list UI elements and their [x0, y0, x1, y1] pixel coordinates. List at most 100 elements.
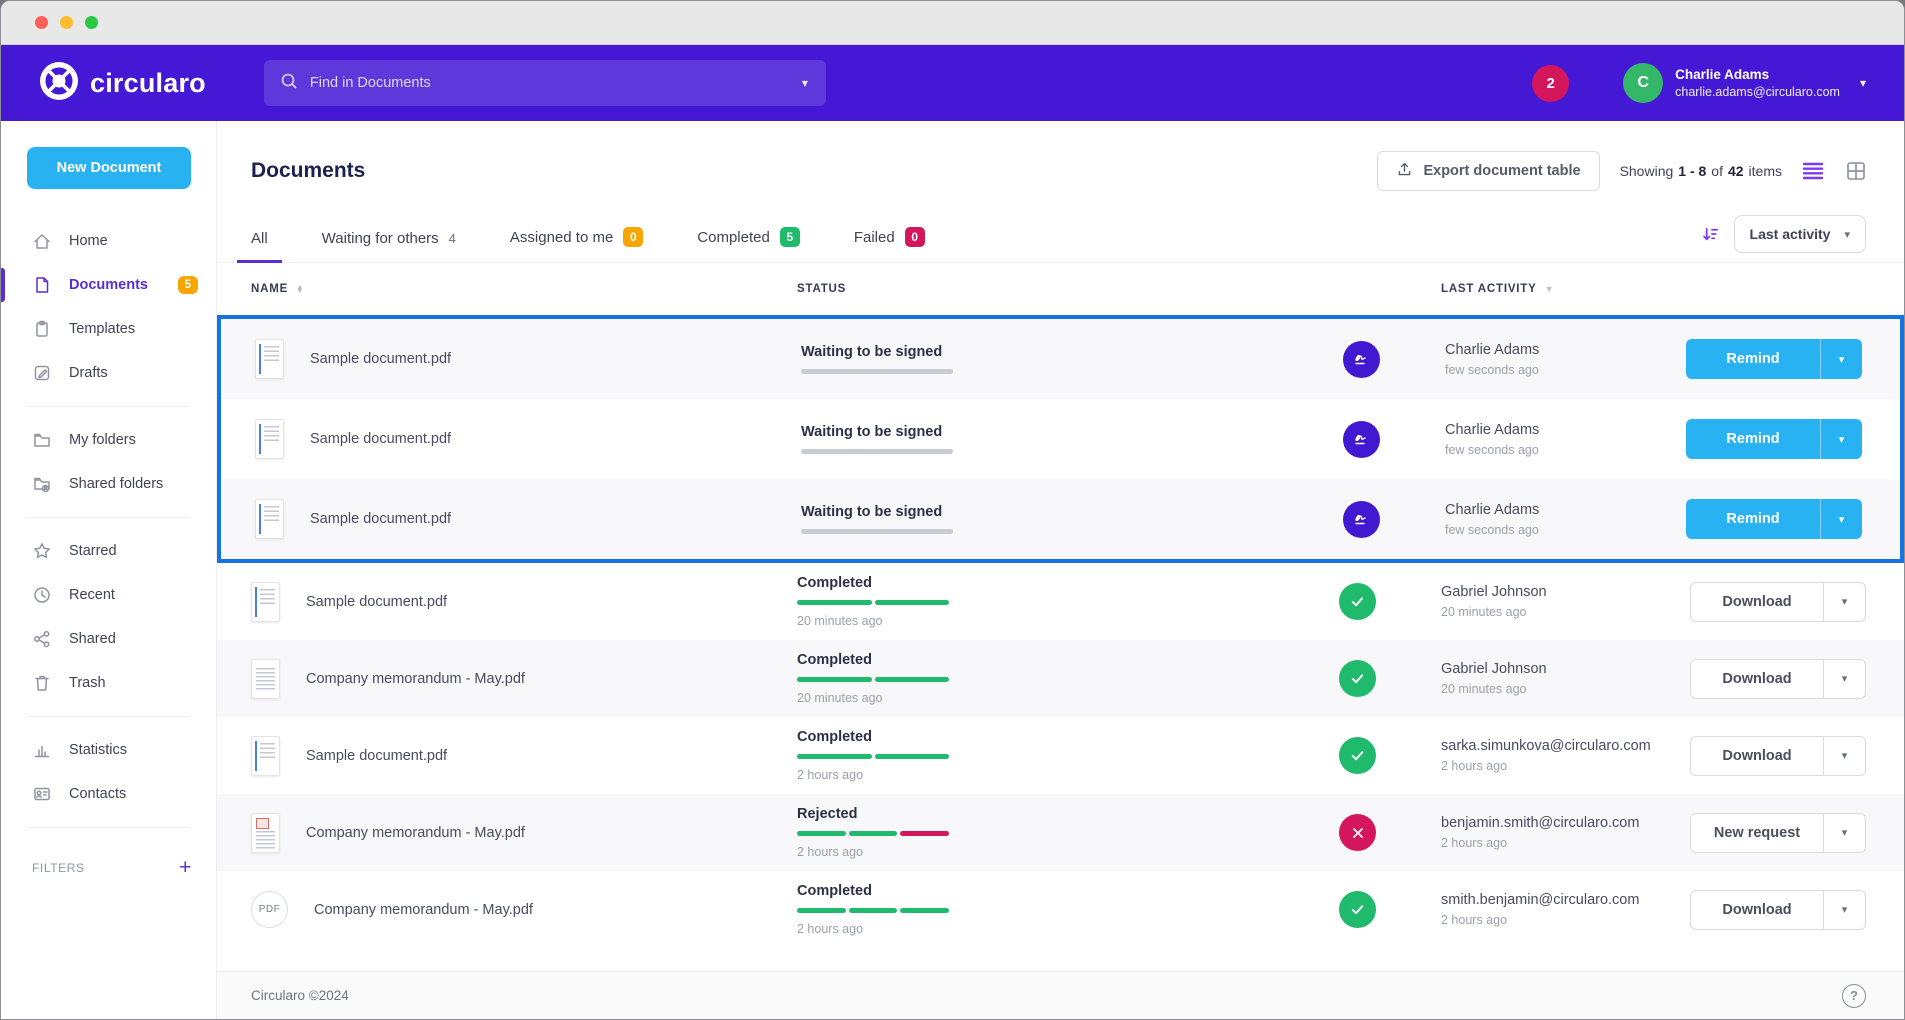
last-activity-cell: Charlie Adams few seconds ago — [1425, 422, 1686, 457]
row-action-dropdown[interactable]: ▾ — [1820, 419, 1862, 459]
sidebar-divider — [27, 517, 190, 518]
row-action-button[interactable]: Remind ▾ — [1686, 499, 1862, 539]
help-icon[interactable]: ? — [1842, 984, 1866, 1008]
status-label: Completed — [797, 729, 1331, 745]
table-row[interactable]: Sample document.pdf Completed 20 minutes… — [217, 563, 1904, 640]
table-row[interactable]: Sample document.pdf Waiting to be signed… — [221, 479, 1900, 559]
sort-by-dropdown[interactable]: Last activity ▾ — [1734, 215, 1866, 253]
sidebar-item-starred[interactable]: Starred — [1, 529, 216, 573]
row-action-dropdown[interactable]: ▾ — [1820, 339, 1862, 379]
column-header-last-activity[interactable]: LAST ACTIVITY ▼ — [1441, 283, 1690, 295]
tab-waiting-for-others[interactable]: Waiting for others 4 — [322, 230, 456, 262]
sort-arrows-icon: ▲▼ — [296, 285, 304, 293]
row-action-label[interactable]: Download — [1691, 737, 1823, 775]
sidebar-item-templates[interactable]: Templates — [1, 307, 216, 351]
table-row[interactable]: Sample document.pdf Waiting to be signed… — [221, 399, 1900, 479]
notification-badge[interactable]: 2 — [1532, 65, 1569, 102]
progress-bar — [797, 600, 949, 605]
document-tabs: All Waiting for others 4 Assigned to me … — [217, 191, 1904, 263]
document-name: Company memorandum - May.pdf — [314, 902, 533, 918]
row-action-button[interactable]: Download ▾ — [1690, 659, 1866, 699]
row-action-label[interactable]: New request — [1691, 814, 1823, 852]
global-search-bar[interactable]: ▾ — [264, 60, 826, 106]
status-cell: Completed 2 hours ago — [797, 729, 1331, 782]
document-name: Sample document.pdf — [306, 594, 447, 610]
sidebar-item-trash[interactable]: Trash — [1, 661, 216, 705]
sidebar-item-documents[interactable]: Documents 5 — [1, 263, 216, 307]
search-scope-dropdown-icon[interactable]: ▾ — [800, 72, 810, 94]
row-action-button[interactable]: Download ▾ — [1690, 582, 1866, 622]
check-status-icon — [1339, 891, 1376, 928]
tab-all[interactable]: All — [251, 230, 268, 262]
sidebar-item-statistics[interactable]: Statistics — [1, 728, 216, 772]
circularo-logo-icon — [39, 61, 79, 106]
add-filter-button[interactable]: + — [179, 857, 192, 878]
sidebar-item-home[interactable]: Home — [1, 219, 216, 263]
row-action-dropdown[interactable]: ▾ — [1823, 583, 1865, 621]
sidebar-divider — [27, 716, 190, 717]
row-action-label[interactable]: Remind — [1686, 339, 1820, 379]
bar-chart-icon — [32, 740, 52, 760]
table-row[interactable]: Company memorandum - May.pdf Rejected 2 … — [217, 794, 1904, 871]
user-menu[interactable]: C Charlie Adams charlie.adams@circularo.… — [1623, 63, 1866, 103]
tab-failed[interactable]: Failed 0 — [854, 227, 925, 262]
row-action-dropdown[interactable]: ▾ — [1823, 891, 1865, 929]
new-document-button[interactable]: New Document — [27, 147, 191, 189]
row-action-dropdown[interactable]: ▾ — [1820, 499, 1862, 539]
status-cell: Waiting to be signed — [801, 424, 1335, 454]
row-action-button[interactable]: Download ▾ — [1690, 736, 1866, 776]
status-time: 2 hours ago — [797, 845, 1331, 859]
column-header-name[interactable]: NAME ▲▼ — [251, 283, 304, 295]
status-label: Rejected — [797, 806, 1331, 822]
row-action-dropdown[interactable]: ▾ — [1823, 737, 1865, 775]
row-action-label[interactable]: Download — [1691, 583, 1823, 621]
user-email: charlie.adams@circularo.com — [1675, 84, 1840, 100]
tab-label: Completed — [697, 229, 770, 246]
row-action-label[interactable]: Download — [1691, 660, 1823, 698]
row-action-label[interactable]: Remind — [1686, 499, 1820, 539]
table-row[interactable]: Sample document.pdf Waiting to be signed… — [221, 319, 1900, 399]
close-window-button[interactable] — [35, 16, 48, 29]
row-action-label[interactable]: Remind — [1686, 419, 1820, 459]
document-name: Sample document.pdf — [306, 748, 447, 764]
row-action-button[interactable]: Remind ▾ — [1686, 419, 1862, 459]
grid-view-icon[interactable] — [1846, 161, 1866, 181]
sort-direction-icon[interactable] — [1701, 225, 1720, 244]
filters-section: FILTERS + — [1, 839, 216, 878]
last-activity-user: smith.benjamin@circularo.com — [1441, 892, 1690, 908]
sidebar-item-contacts[interactable]: Contacts — [1, 772, 216, 816]
last-activity-time: 2 hours ago — [1441, 913, 1690, 927]
status-time: 2 hours ago — [797, 922, 1331, 936]
row-action-dropdown[interactable]: ▾ — [1823, 814, 1865, 852]
document-thumbnail-icon — [251, 813, 280, 853]
search-input[interactable] — [310, 75, 800, 91]
table-row[interactable]: Sample document.pdf Completed 2 hours ag… — [217, 717, 1904, 794]
document-name: Sample document.pdf — [310, 511, 451, 527]
row-action-label[interactable]: Download — [1691, 891, 1823, 929]
row-action-button[interactable]: Remind ▾ — [1686, 339, 1862, 379]
brand-logo[interactable]: circularo — [39, 61, 206, 106]
row-action-button[interactable]: New request ▾ — [1690, 813, 1866, 853]
row-action-dropdown[interactable]: ▾ — [1823, 660, 1865, 698]
status-label: Completed — [797, 652, 1331, 668]
minimize-window-button[interactable] — [60, 16, 73, 29]
sidebar-item-shared[interactable]: Shared — [1, 617, 216, 661]
zoom-window-button[interactable] — [85, 16, 98, 29]
tab-assigned-to-me[interactable]: Assigned to me 0 — [510, 227, 643, 262]
sidebar-item-my-folders[interactable]: My folders — [1, 418, 216, 462]
list-view-icon[interactable] — [1802, 162, 1824, 180]
star-icon — [32, 541, 52, 561]
progress-bar — [797, 754, 949, 759]
sidebar-item-recent[interactable]: Recent — [1, 573, 216, 617]
table-row[interactable]: PDF Company memorandum - May.pdf Complet… — [217, 871, 1904, 948]
table-row[interactable]: Company memorandum - May.pdf Completed 2… — [217, 640, 1904, 717]
sidebar-item-label: Contacts — [69, 786, 126, 802]
macos-titlebar — [1, 1, 1904, 45]
shared-folder-icon — [32, 474, 52, 494]
row-action-button[interactable]: Download ▾ — [1690, 890, 1866, 930]
sidebar-divider — [27, 827, 190, 828]
tab-completed[interactable]: Completed 5 — [697, 227, 800, 262]
export-document-table-button[interactable]: Export document table — [1377, 151, 1599, 191]
sidebar-item-drafts[interactable]: Drafts — [1, 351, 216, 395]
sidebar-item-shared-folders[interactable]: Shared folders — [1, 462, 216, 506]
